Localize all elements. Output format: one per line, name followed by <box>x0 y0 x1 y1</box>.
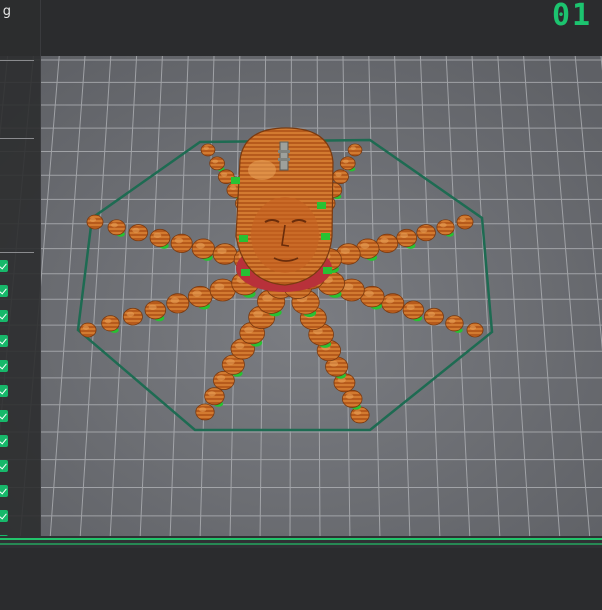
object-visibility-checkbox[interactable] <box>0 385 8 397</box>
object-visibility-checkbox[interactable] <box>0 510 8 522</box>
layer-slider-track[interactable] <box>0 536 602 548</box>
object-visibility-checkbox[interactable] <box>0 485 8 497</box>
object-visibility-checkbox[interactable] <box>0 460 8 472</box>
layer-indicator: 01 <box>552 0 593 33</box>
left-sidebar-panel: g <box>0 0 41 602</box>
layer-progress-line <box>0 543 602 545</box>
nozzle-marker <box>278 141 290 171</box>
viewport-canvas[interactable] <box>0 0 602 602</box>
object-visibility-checkbox[interactable] <box>0 335 8 347</box>
3d-viewport[interactable] <box>0 0 602 602</box>
object-visibility-checkbox[interactable] <box>0 435 8 447</box>
object-visibility-checkbox[interactable] <box>0 310 8 322</box>
panel-divider <box>0 138 34 139</box>
object-visibility-checkbox[interactable] <box>0 360 8 372</box>
layer-progress-line <box>0 538 602 540</box>
panel-divider <box>0 60 34 61</box>
bottom-toolbar <box>0 548 602 602</box>
panel-divider <box>0 252 34 253</box>
object-visibility-checkbox[interactable] <box>0 260 8 272</box>
object-visibility-checkbox[interactable] <box>0 410 8 422</box>
object-visibility-checkbox[interactable] <box>0 285 8 297</box>
panel-title: g <box>2 4 11 19</box>
